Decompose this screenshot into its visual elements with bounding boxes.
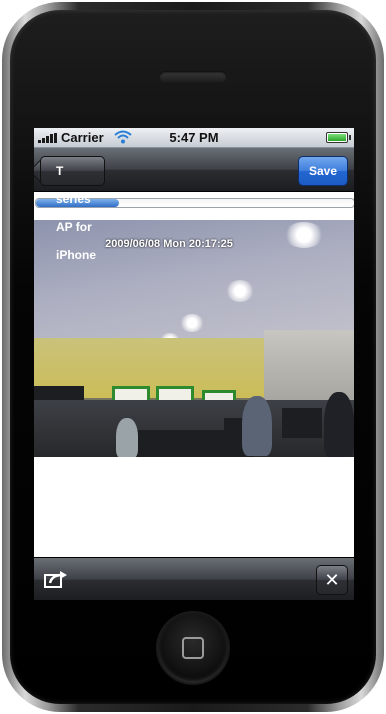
video-person — [116, 418, 138, 457]
video-person — [324, 392, 354, 457]
screen: Carrier 5:47 PM T series AP for iPhone S… — [34, 128, 354, 600]
iphone-device: Carrier 5:47 PM T series AP for iPhone S… — [0, 0, 386, 714]
video-wall-right — [264, 330, 354, 400]
video-person — [242, 396, 272, 456]
save-button[interactable]: Save — [298, 156, 348, 186]
ceiling-light — [180, 314, 204, 332]
close-icon: ✕ — [324, 570, 340, 590]
home-button[interactable] — [158, 613, 228, 683]
navigation-bar: T series AP for iPhone Save — [34, 148, 354, 262]
home-square-icon — [182, 637, 204, 659]
back-button[interactable]: T series AP for iPhone — [40, 156, 105, 262]
share-icon[interactable] — [44, 570, 68, 588]
ceiling-light — [226, 280, 254, 302]
video-monitor — [282, 408, 322, 438]
battery-level — [328, 134, 346, 141]
status-time: 5:47 PM — [169, 130, 219, 145]
status-bar: Carrier 5:47 PM — [34, 128, 354, 148]
bottom-toolbar: ✕ — [34, 557, 354, 600]
earpiece-speaker — [159, 71, 227, 83]
content-blank-area — [34, 457, 354, 557]
close-button[interactable]: ✕ — [316, 565, 348, 595]
battery-icon — [326, 132, 351, 143]
